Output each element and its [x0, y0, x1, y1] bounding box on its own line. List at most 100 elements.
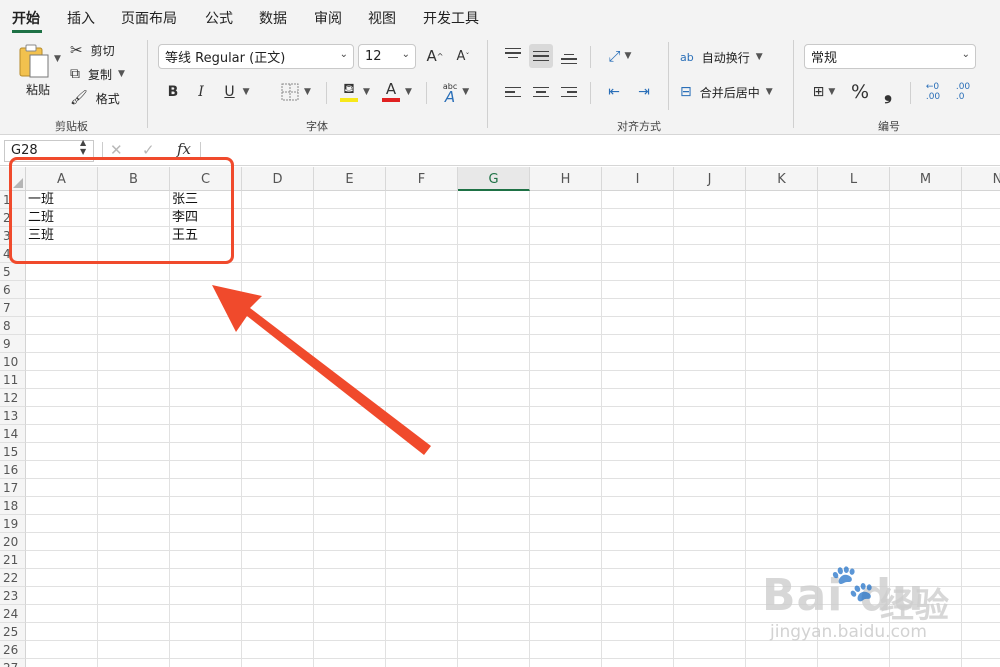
align-right-button[interactable] — [557, 80, 581, 104]
align-top-button[interactable] — [501, 44, 525, 68]
tab-home[interactable]: 开始 — [12, 8, 40, 28]
borders-button[interactable]: ▼ — [276, 81, 316, 103]
insert-function-icon[interactable]: fx — [177, 140, 191, 158]
row-header-15[interactable]: 15 — [0, 443, 26, 461]
align-bottom-button[interactable] — [557, 44, 581, 68]
font-color-button[interactable]: A ▼ — [378, 79, 416, 105]
cut-button[interactable]: ✂ 剪切 — [70, 40, 115, 60]
font-color-swatch — [382, 98, 401, 102]
row-header-21[interactable]: 21 — [0, 551, 26, 569]
tab-review[interactable]: 审阅 — [314, 8, 342, 28]
align-middle-icon — [533, 50, 549, 62]
row-header-7[interactable]: 7 — [0, 299, 26, 317]
paste-label: 粘贴 — [26, 83, 51, 97]
row-header-26[interactable]: 26 — [0, 641, 26, 659]
merge-center-button[interactable]: ⊟ 合并后居中 ▼ — [680, 81, 773, 103]
row-header-25[interactable]: 25 — [0, 623, 26, 641]
column-header-e[interactable]: E — [314, 167, 386, 191]
row-header-20[interactable]: 20 — [0, 533, 26, 551]
column-header-h[interactable]: H — [530, 167, 602, 191]
accounting-format-button[interactable]: ⊞ ▼ — [806, 80, 842, 104]
format-painter-button[interactable]: 🖌 格式 — [70, 88, 120, 108]
row-header-22[interactable]: 22 — [0, 569, 26, 587]
percent-button[interactable]: % — [848, 80, 872, 104]
row-header-11[interactable]: 11 — [0, 371, 26, 389]
group-divider — [487, 40, 488, 128]
row-gridline — [26, 298, 1000, 299]
tab-page-layout[interactable]: 页面布局 — [121, 8, 177, 28]
column-header-m[interactable]: M — [890, 167, 962, 191]
increase-decimal-button[interactable]: ←0.00 — [920, 80, 946, 104]
tab-data[interactable]: 数据 — [259, 8, 287, 28]
phonetic-button[interactable]: abc A ▼ — [436, 79, 476, 105]
row-header-24[interactable]: 24 — [0, 605, 26, 623]
decrease-indent-button[interactable]: ⇤ — [602, 80, 626, 104]
clipboard-icon — [19, 44, 49, 78]
number-format-select[interactable]: 常规 ⌄ — [804, 44, 976, 69]
italic-button[interactable]: I — [190, 81, 212, 103]
currency-icon: ⊞ — [812, 84, 825, 100]
name-box-stepper-icon[interactable]: ▲ ▼ — [80, 138, 86, 156]
column-header-k[interactable]: K — [746, 167, 818, 191]
underline-button[interactable]: U ▼ — [218, 81, 256, 103]
row-header-13[interactable]: 13 — [0, 407, 26, 425]
tab-developer[interactable]: 开发工具 — [423, 8, 479, 28]
row-header-19[interactable]: 19 — [0, 515, 26, 533]
row-header-10[interactable]: 10 — [0, 353, 26, 371]
row-header-27[interactable]: 27 — [0, 659, 26, 667]
align-center-button[interactable] — [529, 80, 553, 104]
copy-label: 复制 — [88, 67, 113, 82]
chevron-down-icon: ▼ — [242, 87, 250, 97]
column-header-i[interactable]: I — [602, 167, 674, 191]
decrease-font-button[interactable]: Aˇ — [452, 46, 474, 66]
paste-button[interactable] — [14, 42, 54, 80]
decrease-decimal-button[interactable]: .00.0 — [950, 80, 976, 104]
row-header-9[interactable]: 9 — [0, 335, 26, 353]
row-header-12[interactable]: 12 — [0, 389, 26, 407]
chevron-down-icon: ▼ — [405, 87, 412, 97]
column-header-g[interactable]: G — [458, 167, 530, 191]
increase-indent-button[interactable]: ⇥ — [632, 80, 656, 104]
row-gridline — [26, 532, 1000, 533]
font-size-value: 12 — [365, 49, 382, 64]
number-format-value: 常规 — [811, 51, 838, 66]
paste-chevron-icon[interactable]: ▼ — [54, 54, 61, 64]
row-header-17[interactable]: 17 — [0, 479, 26, 497]
scissors-icon: ✂ — [70, 41, 83, 59]
group-divider — [793, 40, 794, 128]
row-header-18[interactable]: 18 — [0, 497, 26, 515]
chevron-down-icon: ▼ — [624, 51, 632, 61]
row-header-6[interactable]: 6 — [0, 281, 26, 299]
column-header-d[interactable]: D — [242, 167, 314, 191]
wrap-text-button[interactable]: ab 自动换行 ▼ — [680, 46, 763, 68]
tab-insert[interactable]: 插入 — [67, 8, 95, 28]
merge-cells-icon: ⊟ — [680, 84, 692, 100]
text-orientation-icon: ⤢ — [608, 47, 621, 65]
tab-view[interactable]: 视图 — [368, 8, 396, 28]
row-header-5[interactable]: 5 — [0, 263, 26, 281]
row-header-16[interactable]: 16 — [0, 461, 26, 479]
row-header-14[interactable]: 14 — [0, 425, 26, 443]
column-header-n[interactable]: N — [962, 167, 1000, 191]
align-left-button[interactable] — [501, 80, 525, 104]
divider — [426, 82, 427, 104]
increase-font-button[interactable]: A ^ — [424, 46, 446, 66]
fill-color-button[interactable]: ⛾ ▼ — [336, 79, 374, 105]
comma-style-button[interactable]: ❟ — [876, 80, 900, 104]
column-header-l[interactable]: L — [818, 167, 890, 191]
chevron-down-icon: ▼ — [462, 87, 470, 97]
tab-formulas[interactable]: 公式 — [205, 8, 233, 28]
row-header-23[interactable]: 23 — [0, 587, 26, 605]
font-size-select[interactable]: 12 ⌄ — [358, 44, 416, 69]
copy-button[interactable]: ⧉ 复制 ▼ — [70, 64, 125, 84]
paintbrush-icon: 🖌 — [70, 90, 88, 106]
align-middle-button[interactable] — [529, 44, 553, 68]
indent-icon: ⇥ — [638, 84, 650, 100]
bold-button[interactable]: B — [162, 81, 184, 103]
column-header-j[interactable]: J — [674, 167, 746, 191]
column-header-f[interactable]: F — [386, 167, 458, 191]
orientation-button[interactable]: ⤢ ▼ — [602, 44, 638, 68]
row-header-8[interactable]: 8 — [0, 317, 26, 335]
font-name-select[interactable]: 等线 Regular (正文) ⌄ — [158, 44, 354, 69]
chevron-down-icon: ▼ — [363, 87, 370, 97]
